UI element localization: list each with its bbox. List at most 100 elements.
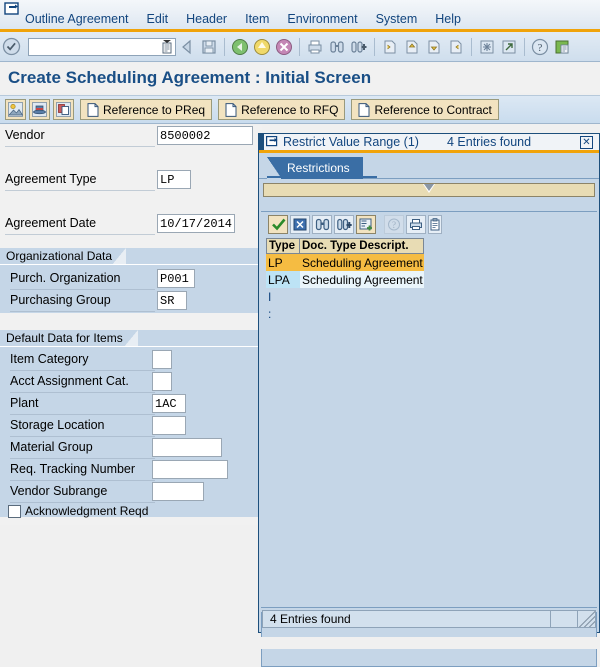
column-header-type[interactable]: Type (266, 238, 300, 254)
next-page-icon[interactable] (423, 36, 445, 58)
find-button[interactable] (312, 214, 332, 234)
dialog-body: ? Type Doc. Type Descript. LP Scheduling… (260, 212, 599, 612)
document-icon (358, 102, 370, 117)
create-shortcut-icon[interactable] (498, 36, 520, 58)
acct-assignment-cat-input[interactable] (152, 372, 172, 391)
item-category-input[interactable] (152, 350, 172, 369)
table-row[interactable]: : (266, 305, 599, 322)
first-page-icon[interactable] (379, 36, 401, 58)
find-next-button[interactable] (334, 214, 354, 234)
menu-help[interactable]: Help (426, 11, 470, 27)
req-tracking-number-input[interactable] (152, 460, 228, 479)
table-row[interactable]: LP Scheduling Agreement (266, 254, 599, 271)
menu-outline-agreement[interactable]: Outline Agreement (16, 11, 138, 27)
field-label: Vendor (5, 128, 45, 142)
menu-system[interactable]: System (367, 11, 427, 27)
menu-header[interactable]: Header (177, 11, 236, 27)
field-label: Req. Tracking Number (10, 462, 136, 476)
field-row-agreement-type: Agreement Type (0, 169, 262, 191)
menu-environment[interactable]: Environment (278, 11, 366, 27)
last-page-icon[interactable] (445, 36, 467, 58)
checkbox-label: Acknowledgment Reqd (25, 504, 149, 518)
command-dropdown-icon[interactable] (161, 39, 173, 54)
checkbox-box[interactable] (8, 504, 21, 518)
find-icon[interactable] (326, 36, 348, 58)
dialog-status-bar: 4 Entries found (262, 610, 596, 628)
cell-type: LPA (266, 271, 300, 288)
field-row-purch-organization: Purch. Organization (0, 268, 262, 290)
sap-window-icon (266, 136, 278, 147)
print-button[interactable] (406, 214, 426, 234)
menu-edit[interactable]: Edit (138, 11, 178, 27)
find-next-icon[interactable] (348, 36, 370, 58)
field-label: Item Category (10, 352, 89, 366)
personal-setting-button[interactable] (29, 99, 50, 120)
cell-descript (300, 288, 424, 305)
menu-item[interactable]: Item (236, 11, 278, 27)
initial-screen-form: Vendor Agreement Type Agreement Date Agr… (0, 125, 262, 525)
column-header-doc-type-descript[interactable]: Doc. Type Descript. (300, 238, 424, 254)
new-session-icon[interactable] (476, 36, 498, 58)
group-title: Organizational Data (6, 249, 113, 263)
previous-page-icon[interactable] (401, 36, 423, 58)
menu-label: Edit (146, 12, 169, 26)
up-yellow-icon[interactable] (251, 36, 273, 58)
document-icon (87, 102, 99, 117)
close-glyph: ✕ (582, 136, 591, 148)
table-row[interactable]: I (266, 288, 599, 305)
enter-check-icon[interactable] (0, 36, 22, 58)
field-row-agreement-date: Agreement Date (0, 213, 262, 235)
menu-items: Outline Agreement Edit Header Item Envir… (16, 11, 470, 27)
close-icon[interactable]: ✕ (580, 136, 593, 149)
field-label: Acct Assignment Cat. (10, 374, 129, 388)
cancel-red-icon[interactable] (273, 36, 295, 58)
storage-location-input[interactable] (152, 416, 186, 435)
exit-green-icon[interactable] (229, 36, 251, 58)
purch-organization-input[interactable] (157, 269, 195, 288)
resize-grip[interactable] (578, 610, 596, 628)
back-icon[interactable] (176, 36, 198, 58)
agreement-date-input[interactable] (157, 214, 235, 233)
reference-to-contract-button[interactable]: Reference to Contract (351, 99, 499, 120)
copy-selection-button[interactable] (268, 214, 288, 234)
print-icon[interactable] (304, 36, 326, 58)
cell-descript: Scheduling Agreement (300, 271, 424, 288)
vendor-subrange-input[interactable] (152, 482, 204, 501)
help-button[interactable]: ? (384, 214, 404, 234)
reference-to-rfq-button[interactable]: Reference to RFQ (218, 99, 346, 120)
dialog-expand-bar[interactable] (263, 183, 595, 197)
binoculars-plus-icon (336, 218, 352, 230)
layout-menu-icon[interactable] (551, 36, 573, 58)
binoculars-icon (315, 218, 329, 230)
overview-icon (8, 102, 23, 117)
dialog-title-bar[interactable]: Restrict Value Range (1) 4 Entries found… (259, 134, 599, 153)
agreement-type-input[interactable] (157, 170, 191, 189)
copy-button[interactable] (53, 99, 74, 120)
field-row-plant: Plant (0, 393, 262, 415)
cancel-button[interactable] (290, 214, 310, 234)
personal-list-button[interactable] (428, 214, 442, 234)
purchasing-group-input[interactable] (157, 291, 187, 310)
sap-gui-window: Outline Agreement Edit Header Item Envir… (0, 0, 600, 667)
cell-descript: Scheduling Agreement (300, 254, 424, 271)
reference-to-preq-button[interactable]: Reference to PReq (80, 99, 213, 120)
field-row-purchasing-group: Purchasing Group (0, 290, 262, 312)
vendor-input[interactable] (157, 126, 253, 145)
save-icon[interactable] (198, 36, 220, 58)
table-header-row: Type Doc. Type Descript. (266, 238, 599, 254)
cell-descript (300, 305, 424, 322)
field-row-acct-assignment-cat: Acct Assignment Cat. (0, 371, 262, 393)
acknowledgment-reqd-checkbox[interactable]: Acknowledgment Reqd (8, 504, 148, 518)
command-field[interactable] (28, 37, 176, 56)
dialog-divider (261, 607, 597, 608)
new-selection-button[interactable] (356, 214, 376, 234)
material-group-input[interactable] (152, 438, 222, 457)
table-row[interactable]: LPA Scheduling Agreement (266, 271, 599, 288)
toolbar-separator (374, 37, 375, 56)
overview-button[interactable] (5, 99, 26, 120)
help-icon[interactable]: ? (529, 36, 551, 58)
command-input[interactable] (29, 39, 159, 54)
status-spacer (550, 610, 578, 628)
plant-input[interactable] (152, 394, 186, 413)
field-row-storage-location: Storage Location (0, 415, 262, 437)
